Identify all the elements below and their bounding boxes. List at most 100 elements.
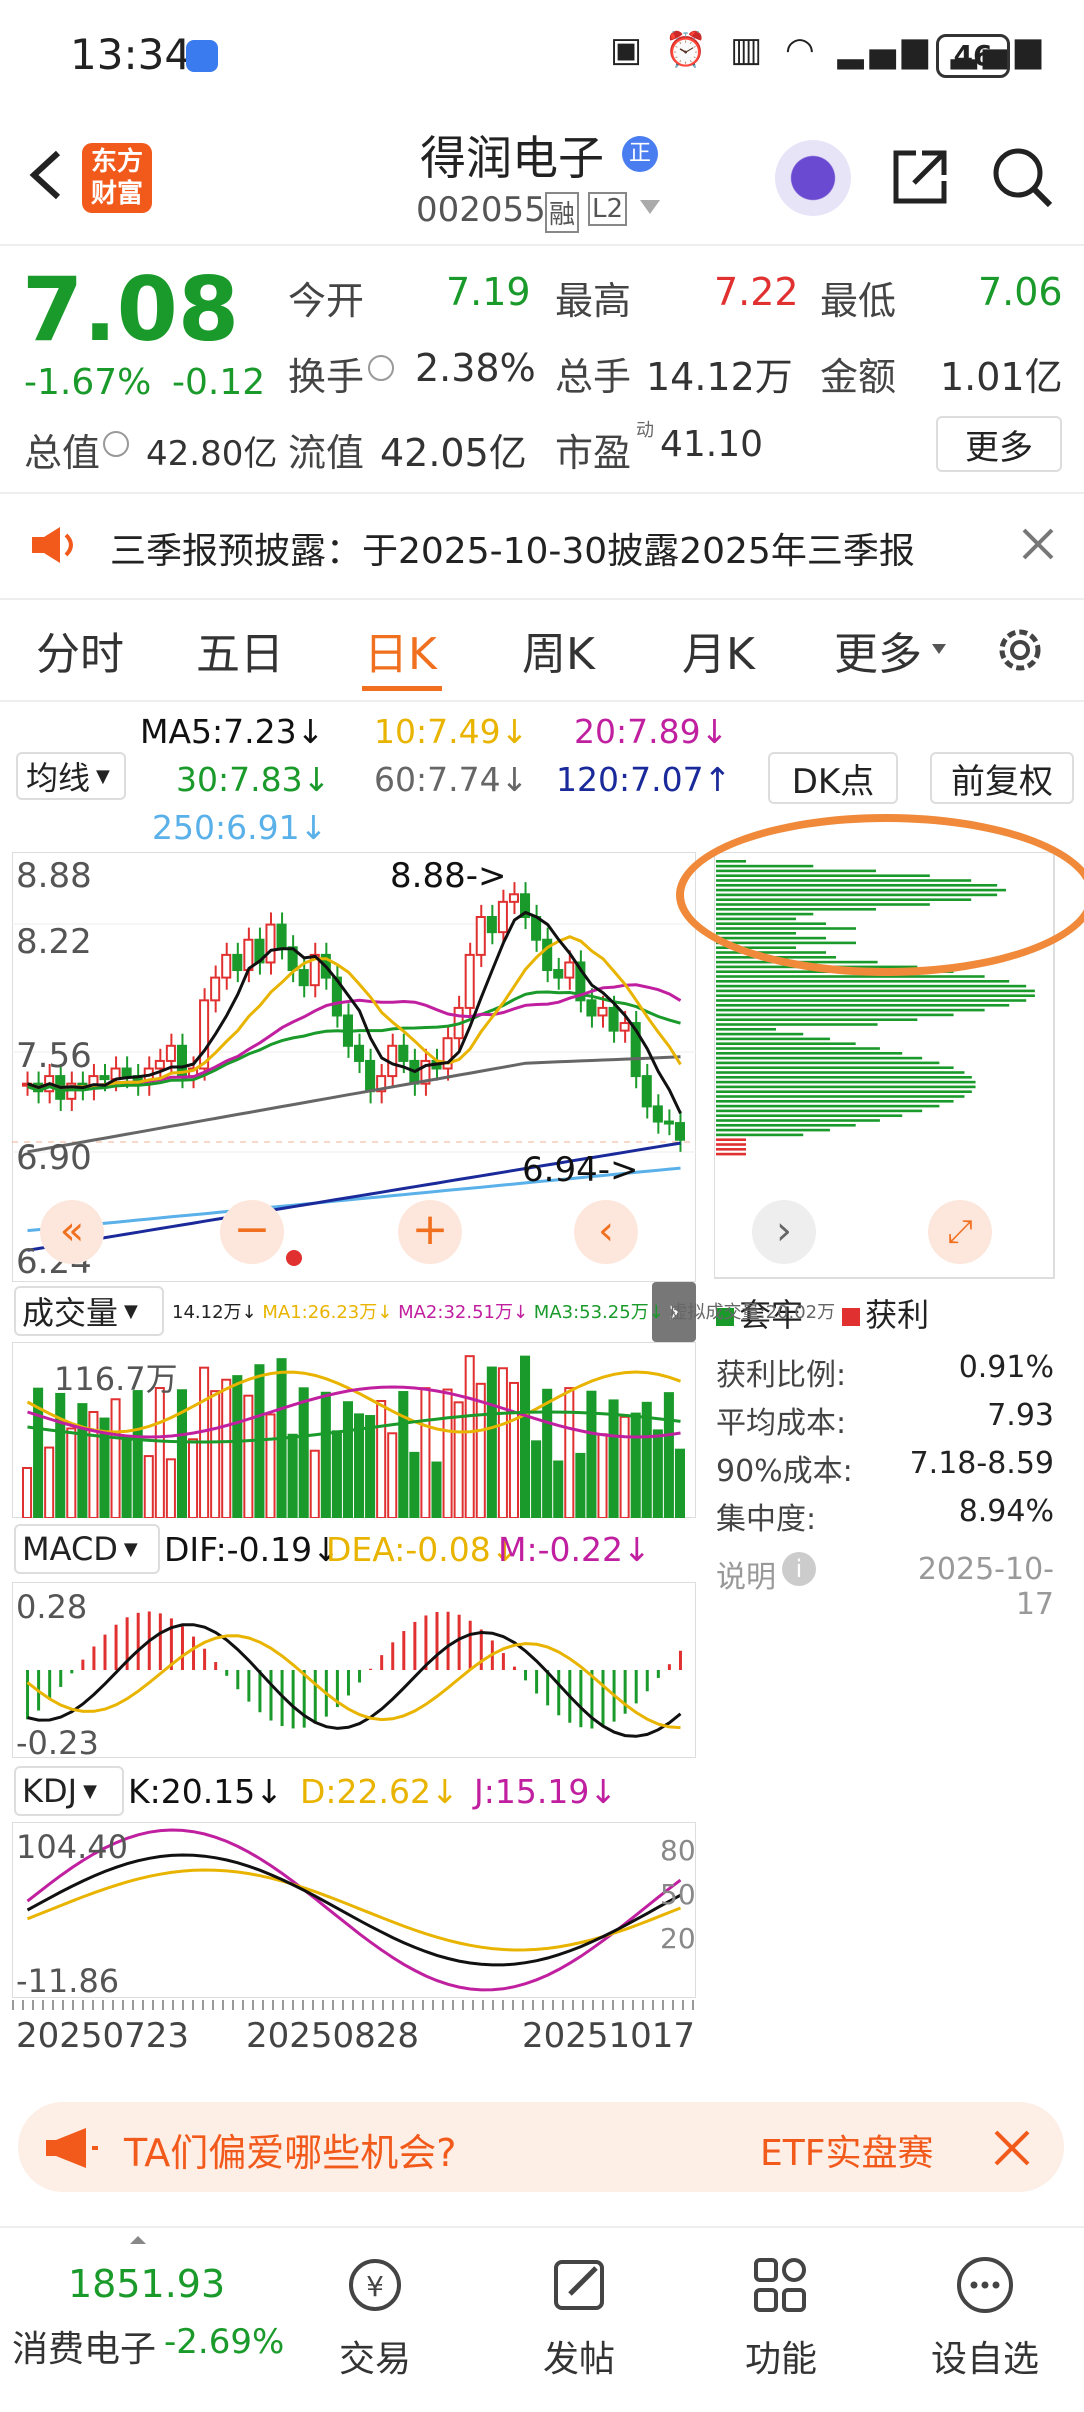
volume-bar [221, 1378, 232, 1518]
nav-functions[interactable]: 功能 [696, 2250, 866, 2382]
volume-bar [77, 1403, 88, 1518]
kline-y-label: 7.56 [16, 1036, 92, 1076]
close-icon [1022, 528, 1054, 560]
dropdown-icon: ▼ [96, 765, 110, 787]
promo-close-button[interactable] [992, 2128, 1032, 2172]
kdj-y-bottom: -11.86 [16, 1962, 120, 2000]
settings-button[interactable] [992, 622, 1048, 682]
kdj-d: D:22.62↓ [300, 1772, 459, 1811]
chip-bar [716, 1114, 903, 1117]
volume-bar [531, 1440, 542, 1518]
back-button[interactable] [22, 145, 72, 205]
back-arrow-icon [29, 150, 61, 200]
volume-bar [608, 1399, 619, 1518]
divider [0, 244, 1084, 246]
volume-bar [243, 1394, 254, 1518]
dropdown-icon: ▼ [124, 1300, 138, 1322]
index-value: 1851.93 [68, 2262, 226, 2306]
chip-bar [716, 1061, 940, 1065]
tab-five-day[interactable]: 五日 [196, 618, 284, 682]
more-quote-button[interactable]: 更多 [936, 416, 1062, 472]
candle [464, 953, 475, 1009]
chip-bar [716, 1128, 830, 1132]
volume-bar [674, 1448, 686, 1518]
amount-label: 金额 [820, 355, 897, 399]
index-widget[interactable]: 1851.93 消费电子 -2.69% [0, 2228, 300, 2412]
chip-row-label: 集中度: [716, 1502, 817, 1537]
x-axis-label: 20250828 [246, 2016, 420, 2056]
kdj-selector[interactable]: KDJ ▼ [14, 1766, 124, 1816]
promo-text[interactable]: TA们偏爱哪些机会? [124, 2122, 456, 2177]
zoom-in-button[interactable]: + [398, 1200, 462, 1264]
volume-bar [365, 1415, 376, 1518]
chip-highlight-ellipse [676, 814, 1084, 976]
volume-bar [553, 1460, 564, 1518]
dk-point-label: DK点 [791, 761, 875, 802]
low-label: 最低 [820, 279, 897, 323]
chip-bar [716, 1018, 918, 1021]
volume-ma1: MA1:26.23万↓ [262, 1302, 393, 1323]
chip-note-label[interactable]: 说明 [716, 1552, 776, 1596]
volume-bar [652, 1429, 663, 1518]
volume-bar [586, 1390, 597, 1518]
volume-bar [210, 1390, 221, 1518]
macd-selector[interactable]: MACD ▼ [14, 1524, 160, 1574]
kdj-right-label: 20 [660, 1922, 696, 1955]
kline-high-note: 8.88-> [390, 856, 507, 896]
volume-bar [663, 1392, 674, 1518]
candle [586, 999, 597, 1017]
float-label: 流值 [288, 431, 365, 475]
nav-functions-label: 功能 [744, 2339, 817, 2380]
candle [210, 976, 221, 1002]
macd-chart[interactable] [12, 1582, 696, 1758]
share-button[interactable] [888, 145, 952, 213]
chip-expand-button[interactable]: ⤢ [928, 1200, 992, 1264]
volume-bar [442, 1388, 453, 1518]
tab-weekly-k[interactable]: 周K [522, 618, 595, 682]
ai-assistant-icon[interactable] [775, 140, 851, 216]
chip-bar [716, 1152, 746, 1156]
dk-point-button[interactable]: DK点 [768, 752, 898, 804]
tab-daily-k[interactable]: 日K [364, 618, 437, 682]
search-button[interactable] [990, 145, 1054, 213]
macd-y-top: 0.28 [16, 1588, 88, 1626]
ma-selector[interactable]: 均线 ▼ [16, 752, 126, 800]
nav-post[interactable]: 发帖 [494, 2250, 664, 2382]
close-notice-button[interactable] [1018, 524, 1058, 568]
chip-next-button[interactable]: › [752, 1200, 816, 1264]
tab-minute[interactable]: 分时 [36, 618, 124, 682]
candle [531, 916, 542, 941]
info-icon[interactable]: i [782, 1552, 816, 1586]
volume-bar [309, 1449, 320, 1518]
volume-bar [376, 1399, 387, 1518]
nav-trade[interactable]: ¥ 交易 [290, 2250, 460, 2382]
l2-tag: L2 [588, 192, 628, 226]
scroll-left-fast-button[interactable]: « [40, 1200, 104, 1264]
forward-adjust-button[interactable]: 前复权 [930, 752, 1074, 804]
candle [508, 893, 519, 903]
app-logo[interactable]: 东方 财富 [82, 143, 152, 213]
zoom-out-button[interactable]: − [220, 1200, 284, 1264]
tab-monthly-k[interactable]: 月K [682, 618, 755, 682]
chip-bar [716, 1080, 976, 1084]
volume-bar [22, 1467, 33, 1518]
code-dropdown-icon[interactable] [640, 200, 660, 214]
volume-selector[interactable]: 成交量 ▼ [14, 1286, 164, 1336]
notice-text[interactable]: 三季报预披露：于2025-10-30披露2025年三季报 [110, 522, 915, 574]
promo-etf[interactable]: ETF实盘赛 [760, 2124, 970, 2176]
candle [365, 1059, 376, 1093]
volume-bar [387, 1432, 398, 1518]
chip-bar [716, 980, 1010, 983]
tab-more[interactable]: 更多 [834, 618, 922, 682]
scroll-left-button[interactable]: ‹ [574, 1200, 638, 1264]
candle [608, 1006, 619, 1032]
info-icon[interactable] [103, 431, 129, 457]
volume-bar [320, 1391, 331, 1518]
candle [564, 961, 575, 979]
nav-add-watchlist[interactable]: 设自选 [900, 2250, 1070, 2382]
stock-code: 002055 [416, 190, 546, 230]
info-icon[interactable] [368, 355, 394, 381]
volume-bar [265, 1413, 276, 1518]
volume-bar [121, 1435, 132, 1518]
volume-bar [641, 1401, 652, 1518]
